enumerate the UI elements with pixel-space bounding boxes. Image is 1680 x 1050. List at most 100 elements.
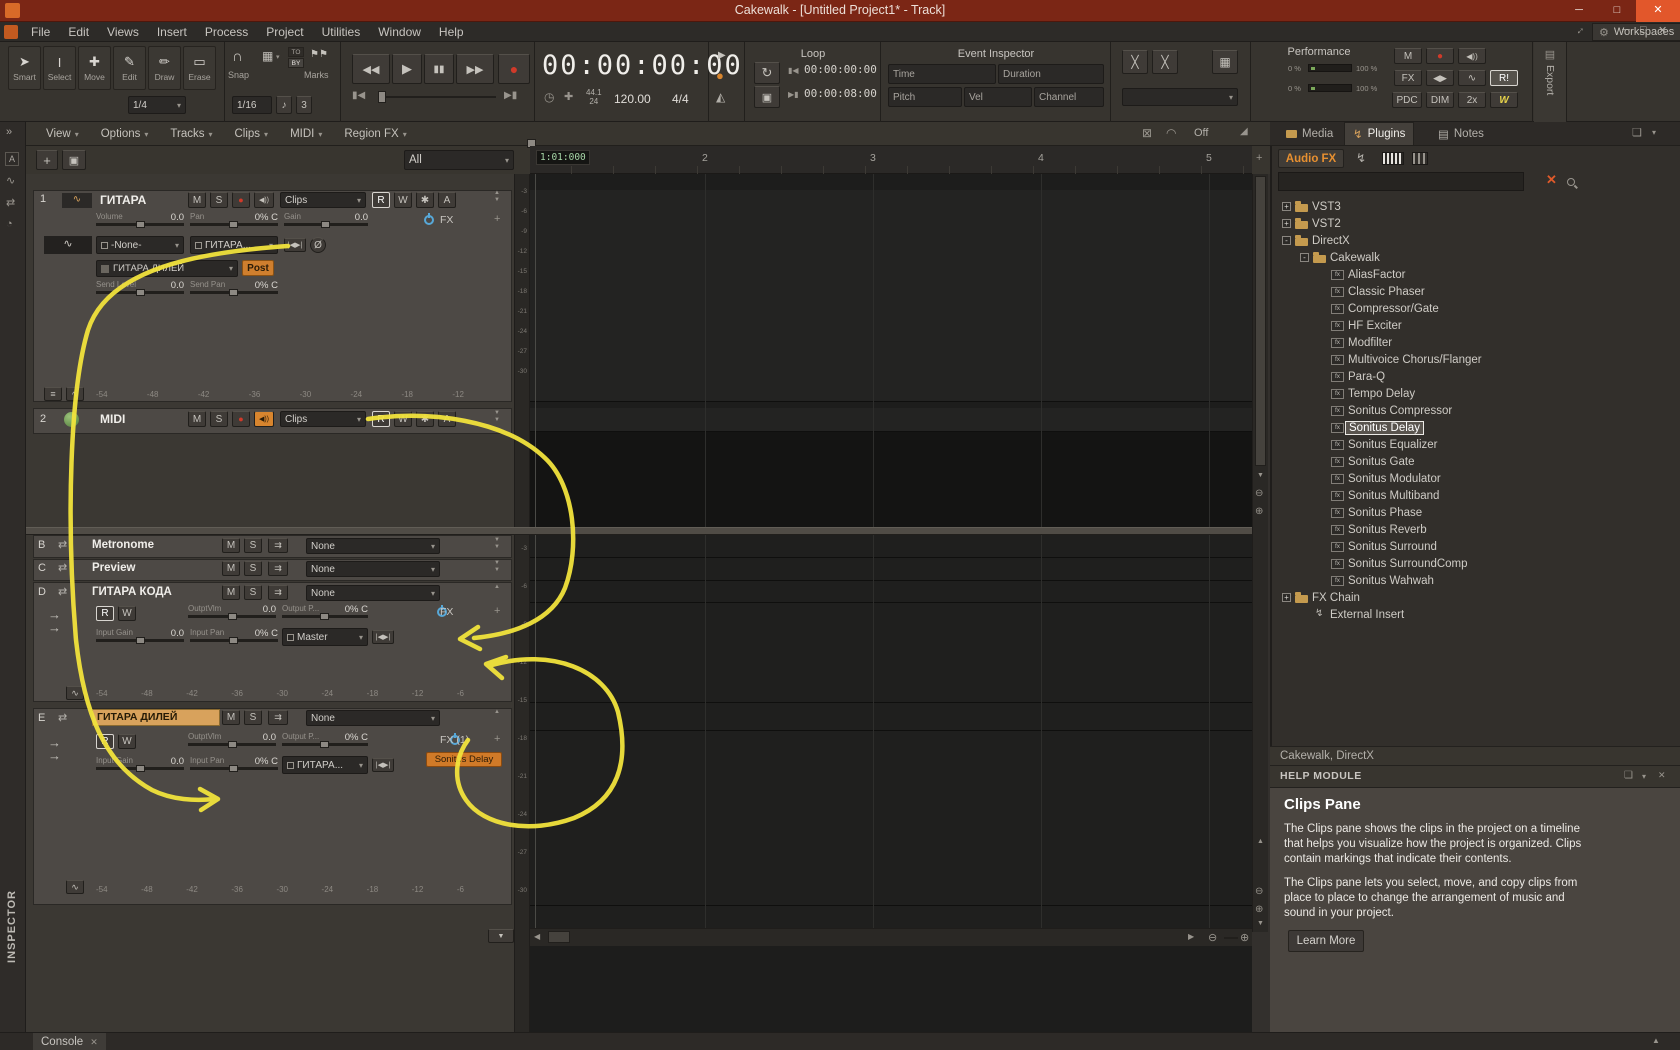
track1-automation-button[interactable]: A [438,192,456,208]
fx-plug-icon[interactable]: ↯ [1356,151,1366,165]
tree-item[interactable]: AliasFactor [1272,266,1572,283]
busB-mute-button[interactable]: M [222,538,240,553]
event-pitch-field[interactable]: Pitch [888,87,962,107]
search-input[interactable] [1278,172,1524,191]
busB-expand-icon[interactable]: ▼ ▼ [494,537,500,551]
position-slider-thumb[interactable] [378,91,386,103]
tree-item[interactable]: External Insert [1272,606,1572,623]
busD-name[interactable]: ГИТАРА КОДА [92,586,172,598]
tab-notes[interactable]: ▤ Notes [1430,123,1492,145]
busD-solo-button[interactable]: S [244,585,262,600]
browser-layout-icon[interactable]: ❏ [1632,126,1642,139]
busE-output-dropdown[interactable]: ГИТАРА... ▾ [282,756,368,774]
tree-item[interactable]: HF Exciter [1272,317,1572,334]
expand-toggle-icon[interactable]: + [1282,219,1291,228]
global-fx-button[interactable]: FX [1394,70,1422,86]
trackview-menu[interactable]: Region FX ▾ [344,128,406,140]
tree-item[interactable]: Sonitus Compressor [1272,402,1572,419]
console-tab[interactable]: Console ✕ [33,1033,106,1050]
tree-item[interactable]: Sonitus Equalizer [1272,436,1572,453]
busB-solo-button[interactable]: S [244,538,262,553]
rewind-button[interactable]: ◀◀ [352,54,390,84]
busE-input-gain-slider[interactable]: Input Gain 0.0 [96,756,184,772]
track2-display-dropdown[interactable]: Clips ▾ [280,411,366,427]
meter-value[interactable]: 4/4 [672,92,689,106]
busD-interleave-button[interactable]: ⇉ [268,585,288,600]
event-vel-field[interactable]: Vel [964,87,1032,107]
zoom-out-icon[interactable]: ⊖ [1208,931,1217,944]
dim-button[interactable]: DIM [1426,92,1454,108]
tool-button[interactable]: I Select [43,46,76,90]
tree-item[interactable]: Sonitus Multiband [1272,487,1572,504]
busB-name[interactable]: Metronome [92,539,154,551]
busC-output-dropdown[interactable]: None ▾ [306,561,440,577]
track1-pan-slider[interactable]: Pan 0% C [190,212,278,228]
track2-solo-button[interactable]: S [210,411,228,427]
busC-expand-icon[interactable]: ▼ ▼ [494,560,500,574]
pdc-button[interactable]: PDC [1392,92,1422,108]
zoom-in-vertical-icon[interactable]: ⊕ [1255,904,1263,915]
loop-icon[interactable]: ↻ [754,62,780,84]
bus-pane-splitter[interactable] [26,527,1252,535]
maximize-button[interactable]: □ [1598,0,1636,22]
waveform-module-icon[interactable]: ∿ [6,174,15,187]
fx-power-icon[interactable] [424,215,434,225]
go-to-end-icon[interactable]: ▶▮ [504,90,517,101]
bus-lane-area[interactable] [530,535,1252,930]
tree-item[interactable]: Sonitus Phase [1272,504,1572,521]
busE-envelope-button[interactable]: ∿ [66,880,84,894]
browser-menu-icon[interactable]: ▾ [1652,128,1656,137]
fast-forward-button[interactable]: ▶▶ [456,54,494,84]
autocrossfade-off-label[interactable]: Off [1194,127,1208,139]
menu-item[interactable]: Utilities [313,25,370,39]
track1-send-dropdown[interactable]: ГИТАРА ДИЛЕЙ ▾ [96,260,238,277]
help-close-icon[interactable]: ✕ [1658,770,1666,781]
pause-button[interactable]: ▮▮ [424,54,454,84]
track1-name[interactable]: ГИТАРА [100,193,146,207]
clock-icon[interactable]: ◷ [544,90,554,104]
scroll-down-icon[interactable]: ▼ [1257,920,1264,927]
x2-button[interactable]: 2x [1458,92,1486,108]
busE-write-button[interactable]: W [118,734,136,749]
menu-item[interactable]: Help [430,25,473,39]
menu-item[interactable]: Process [196,25,257,39]
busD-display-dropdown[interactable]: None ▾ [306,585,440,601]
child-restore-button[interactable]: □ [1640,24,1647,36]
event-duration-field[interactable]: Duration [998,64,1104,84]
clips-empty-area[interactable] [530,432,1252,527]
tree-item[interactable]: Modfilter [1272,334,1572,351]
minimize-button[interactable]: ─ [1560,0,1598,22]
track1-read-button[interactable]: R [372,192,390,208]
expand-toggle-icon[interactable]: + [1282,202,1291,211]
tree-item[interactable]: Para-Q [1272,368,1572,385]
crosshair-icon[interactable]: ✚ [564,90,573,103]
menu-item[interactable]: Views [98,25,148,39]
hscrollbar-thumb[interactable] [548,931,570,943]
track1-send-pan-slider[interactable]: Send Pan 0% C [190,280,278,296]
busD-read-button[interactable]: R [96,606,114,621]
loop-region-icon[interactable]: ▣ [754,86,780,108]
tree-item[interactable]: Tempo Delay [1272,385,1572,402]
track2-name[interactable]: MIDI [100,412,125,426]
time-ruler[interactable]: 1:01:000 2 3 4 5 [530,146,1252,174]
mixer-strip-icon[interactable] [1412,152,1428,165]
help-menu-icon[interactable]: ▾ [1642,772,1646,781]
resize-diagonal-icon[interactable]: ↔ [1571,22,1587,38]
bus-pane-options-button[interactable]: ▼ [488,929,514,943]
zoom-slider[interactable] [1224,937,1238,939]
tool-button[interactable]: ✚ Move [78,46,111,90]
track1-write-button[interactable]: W [394,192,412,208]
busE-fx-plugin[interactable]: Sonitus Delay [426,752,502,767]
menu-item[interactable]: Edit [59,25,98,39]
busD-interleave2-button[interactable]: |◀▶| [372,630,394,644]
busE-display-dropdown[interactable]: None ▾ [306,710,440,726]
tree-item[interactable]: Sonitus Reverb [1272,521,1572,538]
arm-record-icon[interactable]: ● [716,68,724,83]
ruler-zoom-add-icon[interactable]: + [1256,152,1262,164]
tree-item[interactable]: - DirectX [1272,232,1572,249]
track1-send-post-button[interactable]: Post [242,260,274,276]
child-minimize-button[interactable]: ─ [1622,24,1630,36]
busC-solo-button[interactable]: S [244,561,262,576]
track-filter-dropdown[interactable]: All ▾ [404,150,514,170]
audio-module-icon[interactable]: A [5,152,19,166]
